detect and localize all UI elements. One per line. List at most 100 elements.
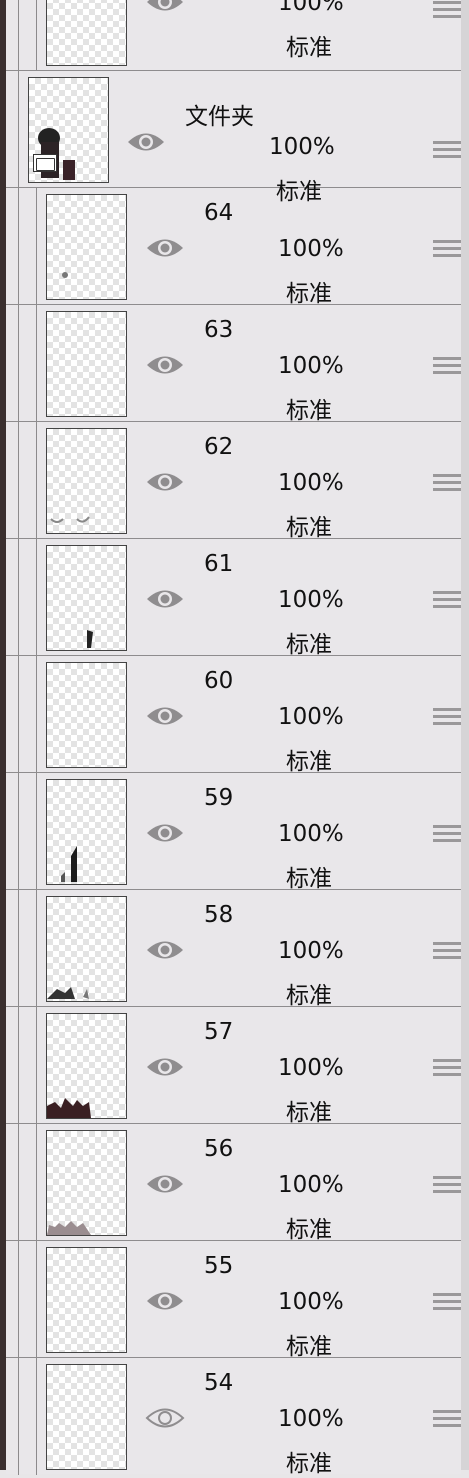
drag-handle-icon[interactable] [433, 708, 461, 726]
layer-thumbnail[interactable] [46, 896, 127, 1002]
layer-blend-mode[interactable]: 标准 [286, 742, 332, 776]
eye-icon[interactable] [145, 469, 185, 495]
eye-outline-icon[interactable] [145, 1405, 185, 1431]
layer-name[interactable]: 56 [204, 1136, 233, 1162]
layer-thumbnail[interactable] [46, 779, 127, 885]
layer-thumbnail[interactable] [46, 545, 127, 651]
layer-thumbnail[interactable] [46, 428, 127, 534]
drag-handle-icon[interactable] [433, 942, 461, 960]
eye-icon[interactable] [145, 1171, 185, 1197]
layer-row[interactable]: 62 100% 标准 [6, 422, 461, 542]
eye-icon[interactable] [145, 0, 185, 15]
folder-name[interactable]: 文件夹 [185, 97, 254, 131]
drag-handle-icon[interactable] [433, 141, 461, 159]
indent-guide [36, 1007, 37, 1123]
layer-opacity: 100% [278, 1055, 344, 1081]
drag-handle-icon[interactable] [433, 825, 461, 843]
layer-blend-mode[interactable]: 标准 [286, 28, 332, 62]
layer-row[interactable]: 58 100% 标准 [6, 890, 461, 1010]
drag-handle-icon[interactable] [433, 357, 461, 375]
layer-row[interactable]: 100% 标准 [6, 0, 461, 71]
layer-blend-mode[interactable]: 标准 [286, 859, 332, 893]
layer-row[interactable]: 61 100% 标准 [6, 539, 461, 659]
layer-name[interactable]: 58 [204, 902, 233, 928]
folder-thumbnail[interactable] [28, 77, 109, 183]
layer-thumbnail[interactable] [46, 0, 127, 66]
layer-blend-mode[interactable]: 标准 [286, 1327, 332, 1361]
layer-opacity: 100% [278, 587, 344, 613]
eye-icon[interactable] [145, 820, 185, 846]
eye-icon[interactable] [145, 1288, 185, 1314]
eye-icon[interactable] [145, 937, 185, 963]
eye-icon[interactable] [126, 129, 166, 155]
drag-handle-icon[interactable] [433, 240, 461, 258]
layer-name[interactable]: 61 [204, 551, 233, 577]
layer-name[interactable]: 63 [204, 317, 233, 343]
layer-row[interactable]: 63 100% 标准 [6, 305, 461, 425]
indent-guide [36, 1358, 37, 1475]
indent-guide [18, 539, 19, 655]
eye-icon[interactable] [145, 235, 185, 261]
drag-handle-icon[interactable] [433, 1, 461, 19]
layer-blend-mode[interactable]: 标准 [286, 1210, 332, 1244]
drag-handle-icon[interactable] [433, 1293, 461, 1311]
drag-handle-icon[interactable] [433, 474, 461, 492]
indent-guide [18, 773, 19, 889]
layer-row[interactable]: 54 100% 标准 [6, 1358, 461, 1478]
indent-guide [18, 1358, 19, 1475]
scrollbar[interactable] [461, 0, 469, 1470]
drag-handle-icon[interactable] [433, 591, 461, 609]
layer-blend-mode[interactable]: 标准 [286, 508, 332, 542]
indent-guide [18, 71, 19, 187]
drag-handle-icon[interactable] [433, 1176, 461, 1194]
layer-name[interactable]: 59 [204, 785, 233, 811]
folder-row[interactable]: 文件夹 100% 标准 [6, 71, 461, 205]
layer-opacity: 100% [278, 470, 344, 496]
layer-opacity: 100% [278, 236, 344, 262]
indent-guide [18, 1007, 19, 1123]
layer-blend-mode[interactable]: 标准 [286, 976, 332, 1010]
layer-name[interactable]: 54 [204, 1370, 233, 1396]
layer-blend-mode[interactable]: 标准 [286, 391, 332, 425]
layer-row[interactable]: 55 100% 标准 [6, 1241, 461, 1361]
layer-thumbnail[interactable] [46, 311, 127, 417]
indent-guide [18, 1241, 19, 1357]
drag-handle-icon[interactable] [433, 1059, 461, 1077]
layer-thumbnail[interactable] [46, 194, 127, 300]
layer-blend-mode[interactable]: 标准 [286, 274, 332, 308]
indent-guide [18, 656, 19, 772]
indent-guide [36, 422, 37, 538]
layer-thumbnail[interactable] [46, 1364, 127, 1470]
layer-name[interactable]: 57 [204, 1019, 233, 1045]
layer-name[interactable]: 55 [204, 1253, 233, 1279]
drag-handle-icon[interactable] [433, 1410, 461, 1428]
layer-row[interactable]: 60 100% 标准 [6, 656, 461, 776]
eye-icon[interactable] [145, 586, 185, 612]
layer-blend-mode[interactable]: 标准 [286, 625, 332, 659]
eye-icon[interactable] [145, 352, 185, 378]
layer-blend-mode[interactable]: 标准 [286, 1444, 332, 1478]
layer-blend-mode[interactable]: 标准 [286, 1093, 332, 1127]
layer-name[interactable]: 64 [204, 200, 233, 226]
layer-opacity: 100% [278, 821, 344, 847]
indent-guide [36, 1241, 37, 1357]
eye-icon[interactable] [145, 703, 185, 729]
layer-thumbnail[interactable] [46, 1247, 127, 1353]
layer-thumbnail[interactable] [46, 1013, 127, 1119]
indent-guide [18, 188, 19, 304]
layer-row[interactable]: 57 100% 标准 [6, 1007, 461, 1127]
layer-name[interactable]: 60 [204, 668, 233, 694]
indent-guide [36, 656, 37, 772]
layer-row[interactable]: 56 100% 标准 [6, 1124, 461, 1244]
indent-guide [18, 0, 19, 70]
indent-guide [18, 1124, 19, 1240]
layer-thumbnail[interactable] [46, 1130, 127, 1236]
indent-guide [36, 773, 37, 889]
layer-row[interactable]: 64 100% 标准 [6, 188, 461, 308]
layer-row[interactable]: 59 100% 标准 [6, 773, 461, 893]
eye-icon[interactable] [145, 1054, 185, 1080]
indent-guide [36, 188, 37, 304]
layer-opacity: 100% [278, 704, 344, 730]
layer-thumbnail[interactable] [46, 662, 127, 768]
layer-name[interactable]: 62 [204, 434, 233, 460]
